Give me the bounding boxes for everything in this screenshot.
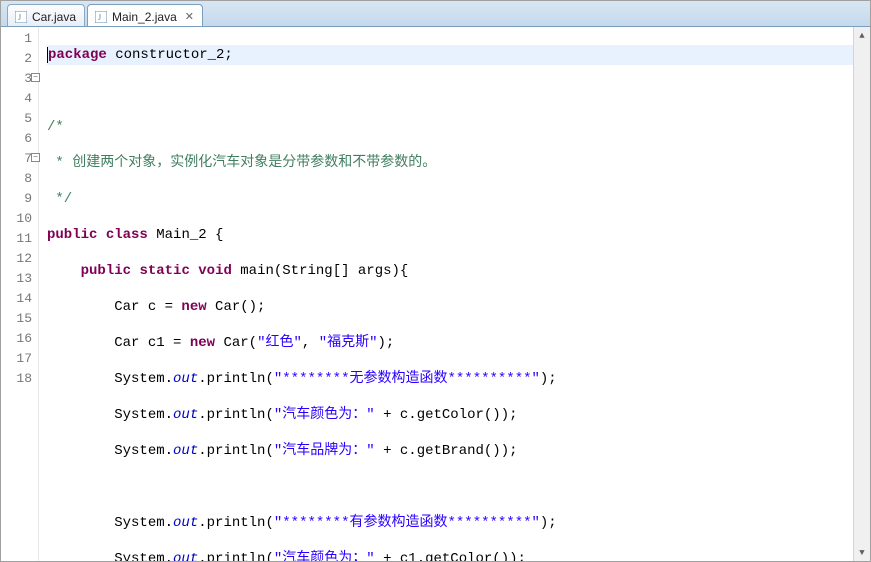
scroll-down-icon[interactable]: ▼ [854,544,870,561]
line-number: 5 [1,109,38,129]
line-number: 12 [1,249,38,269]
line-number: 8 [1,169,38,189]
svg-text:J: J [98,13,101,22]
code-line [47,81,870,101]
code-line: System.out.println("汽车颜色为；" + c1.getColo… [47,549,870,561]
code-line: public class Main_2 { [47,225,870,245]
line-number: 11 [1,229,38,249]
code-line: * 创建两个对象，实例化汽车对象是分带参数和不带参数的。 [47,153,870,173]
line-number: 2 [1,49,38,69]
line-number: 18 [1,369,38,389]
code-line: public static void main(String[] args){ [47,261,870,281]
line-number: 16 [1,329,38,349]
code-editor[interactable]: 1 2 3− 4 5 6 7− 8 9 10 11 12 13 14 15 16… [1,27,870,561]
line-number: 4 [1,89,38,109]
code-line: System.out.println("汽车品牌为：" + c.getBrand… [47,441,870,461]
line-number: 15 [1,309,38,329]
line-number: 10 [1,209,38,229]
java-file-icon: J [14,10,28,24]
line-number: 17 [1,349,38,369]
scroll-up-icon[interactable]: ▲ [854,27,870,44]
line-number: 1 [1,29,38,49]
tab-bar: J Car.java J Main_2.java ✕ [1,1,870,27]
line-number: 7− [1,149,38,169]
code-line: Car c1 = new Car("红色", "福克斯"); [47,333,870,353]
vertical-scrollbar[interactable]: ▲ ▼ [853,27,870,561]
line-number: 13 [1,269,38,289]
code-line: System.out.println("********无参数构造函数*****… [47,369,870,389]
tab-label: Car.java [32,10,76,24]
code-line: */ [47,189,870,209]
line-number: 3− [1,69,38,89]
java-file-icon: J [94,10,108,24]
fold-icon[interactable]: − [31,153,40,162]
tab-label: Main_2.java [112,10,177,24]
code-line: System.out.println("********有参数构造函数*****… [47,513,870,533]
close-icon[interactable]: ✕ [185,10,194,23]
code-line: package constructor_2; [47,45,870,65]
line-number: 9 [1,189,38,209]
svg-text:J: J [18,13,21,22]
code-line: Car c = new Car(); [47,297,870,317]
line-number: 14 [1,289,38,309]
code-line [47,477,870,497]
code-area[interactable]: package constructor_2; /* * 创建两个对象，实例化汽车… [39,27,870,561]
tab-main2-java[interactable]: J Main_2.java ✕ [87,4,203,26]
line-number: 6 [1,129,38,149]
code-line: System.out.println("汽车颜色为：" + c.getColor… [47,405,870,425]
tab-car-java[interactable]: J Car.java [7,4,85,26]
code-line: /* [47,117,870,137]
fold-icon[interactable]: − [31,73,40,82]
line-number-gutter: 1 2 3− 4 5 6 7− 8 9 10 11 12 13 14 15 16… [1,27,39,561]
